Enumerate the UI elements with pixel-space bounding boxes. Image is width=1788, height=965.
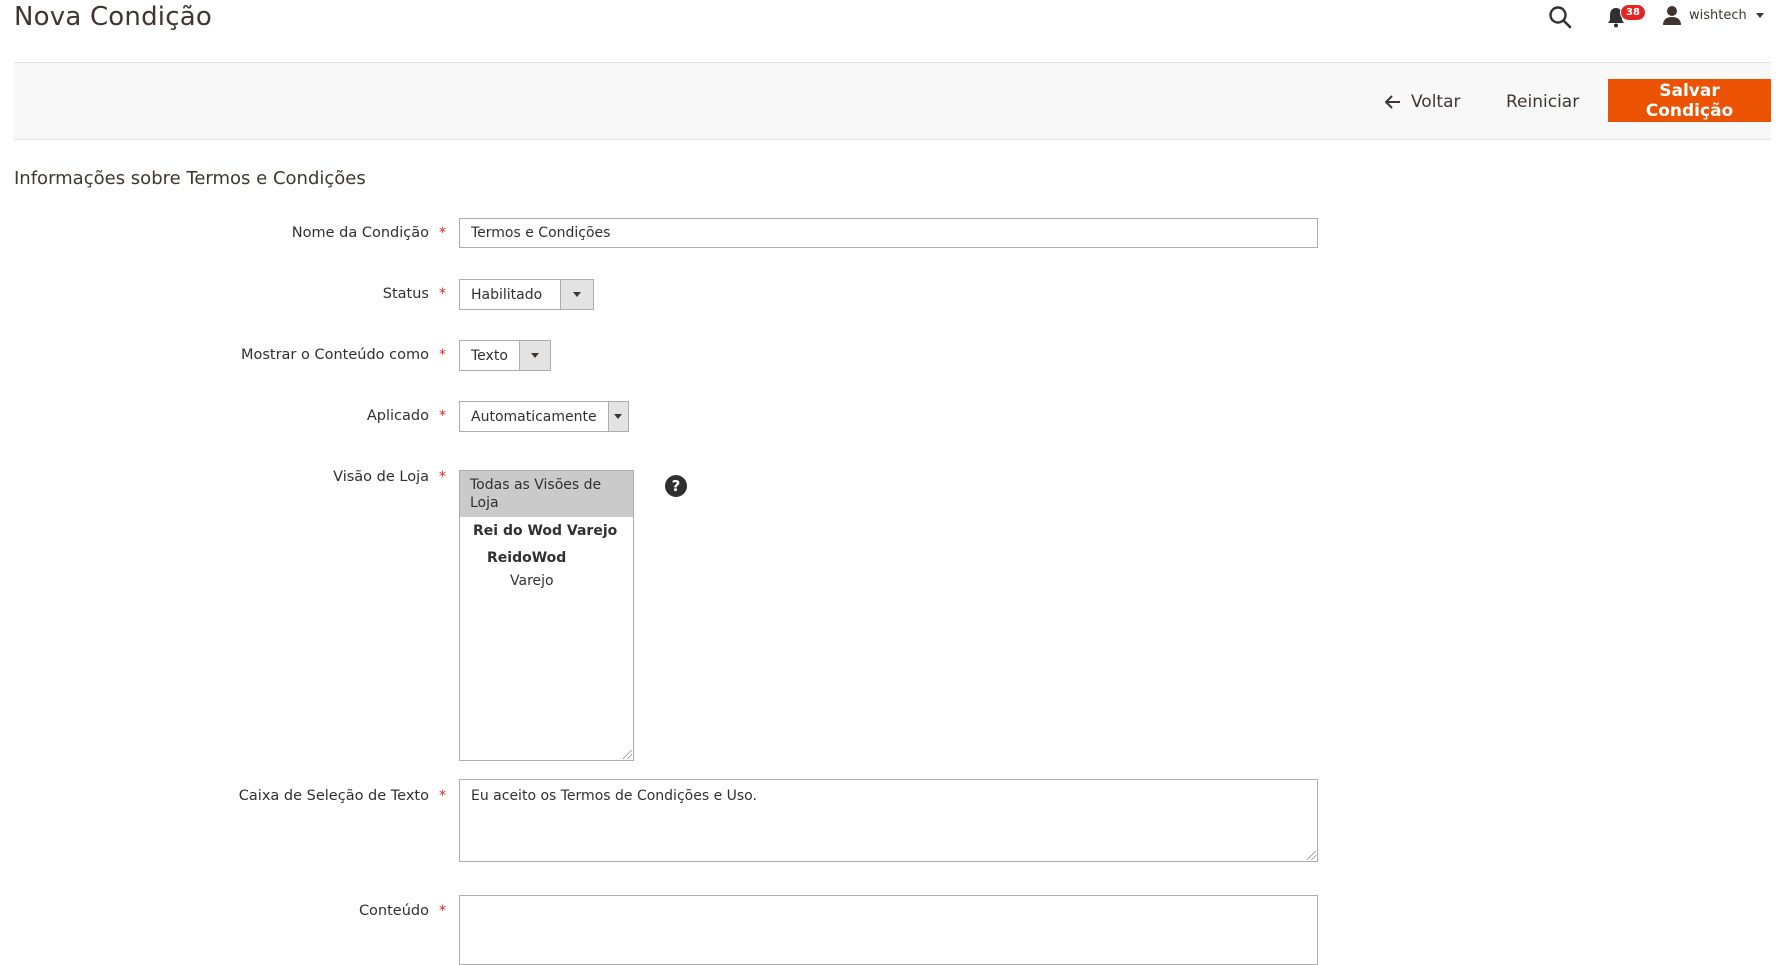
user-menu[interactable]: wishtech [1661, 4, 1764, 26]
display-mode-select-toggle[interactable] [518, 341, 550, 370]
back-button-label: Voltar [1411, 92, 1461, 112]
status-select-toggle[interactable] [560, 280, 593, 309]
page-actions-bar: Voltar Reiniciar Salvar Condição [14, 62, 1771, 140]
display-mode-select[interactable]: Texto [459, 340, 551, 371]
name-field-label: Nome da Condição [291, 225, 429, 241]
required-marker: * [439, 286, 446, 302]
store-view-field-label: Visão de Loja [333, 469, 429, 485]
required-marker: * [439, 788, 446, 804]
required-marker: * [439, 225, 446, 241]
store-view-multiselect[interactable]: Todas as Visões de Loja Rei do Wod Varej… [459, 470, 634, 761]
required-marker: * [439, 408, 446, 424]
required-marker: * [439, 903, 446, 919]
user-name: wishtech [1689, 7, 1747, 23]
store-view-group-website: Rei do Wod Varejo [473, 523, 618, 539]
applied-field-label: Aplicado [366, 408, 429, 424]
display-mode-field-label: Mostrar o Conteúdo como [240, 347, 429, 363]
back-button[interactable]: Voltar [1379, 84, 1467, 120]
chevron-down-icon [614, 414, 623, 419]
status-select-value: Habilitado [471, 286, 543, 303]
chevron-down-icon [530, 353, 539, 358]
display-mode-select-value: Texto [471, 347, 508, 364]
store-view-option-all[interactable]: Todas as Visões de Loja [460, 471, 633, 517]
chevron-down-icon [1755, 12, 1764, 18]
store-view-option-varejo[interactable]: Varejo [460, 571, 633, 591]
store-view-group-store: ReidoWod [487, 550, 567, 566]
checkbox-text-field-label: Caixa de Seleção de Texto [238, 788, 429, 804]
user-icon [1663, 6, 1681, 25]
search-icon[interactable] [1547, 4, 1573, 30]
save-button[interactable]: Salvar Condição [1608, 79, 1771, 122]
condition-name-input[interactable] [459, 218, 1318, 248]
applied-select[interactable]: Automaticamente [459, 401, 629, 432]
required-marker: * [439, 347, 446, 363]
reset-button[interactable]: Reiniciar [1494, 84, 1591, 120]
required-marker: * [439, 469, 446, 485]
page-title: Nova Condição [14, 2, 212, 32]
status-select[interactable]: Habilitado [459, 279, 594, 310]
status-field-label: Status [382, 286, 429, 302]
help-icon[interactable]: ? [665, 475, 687, 497]
checkbox-text-value: Eu aceito os Termos de Condições e Uso. [471, 788, 757, 804]
content-field-label: Conteúdo [358, 903, 429, 919]
checkbox-text-textarea[interactable]: Eu aceito os Termos de Condições e Uso. [459, 779, 1318, 862]
chevron-down-icon [573, 292, 581, 297]
resize-handle[interactable] [1307, 851, 1316, 860]
notification-count-badge[interactable]: 38 [1620, 4, 1646, 21]
applied-select-value: Automaticamente [471, 408, 597, 425]
arrow-left-icon [1385, 95, 1400, 109]
section-title: Informações sobre Termos e Condições [14, 168, 366, 189]
content-textarea[interactable] [459, 895, 1318, 965]
resize-handle[interactable] [623, 750, 632, 759]
applied-select-toggle[interactable] [607, 402, 628, 431]
